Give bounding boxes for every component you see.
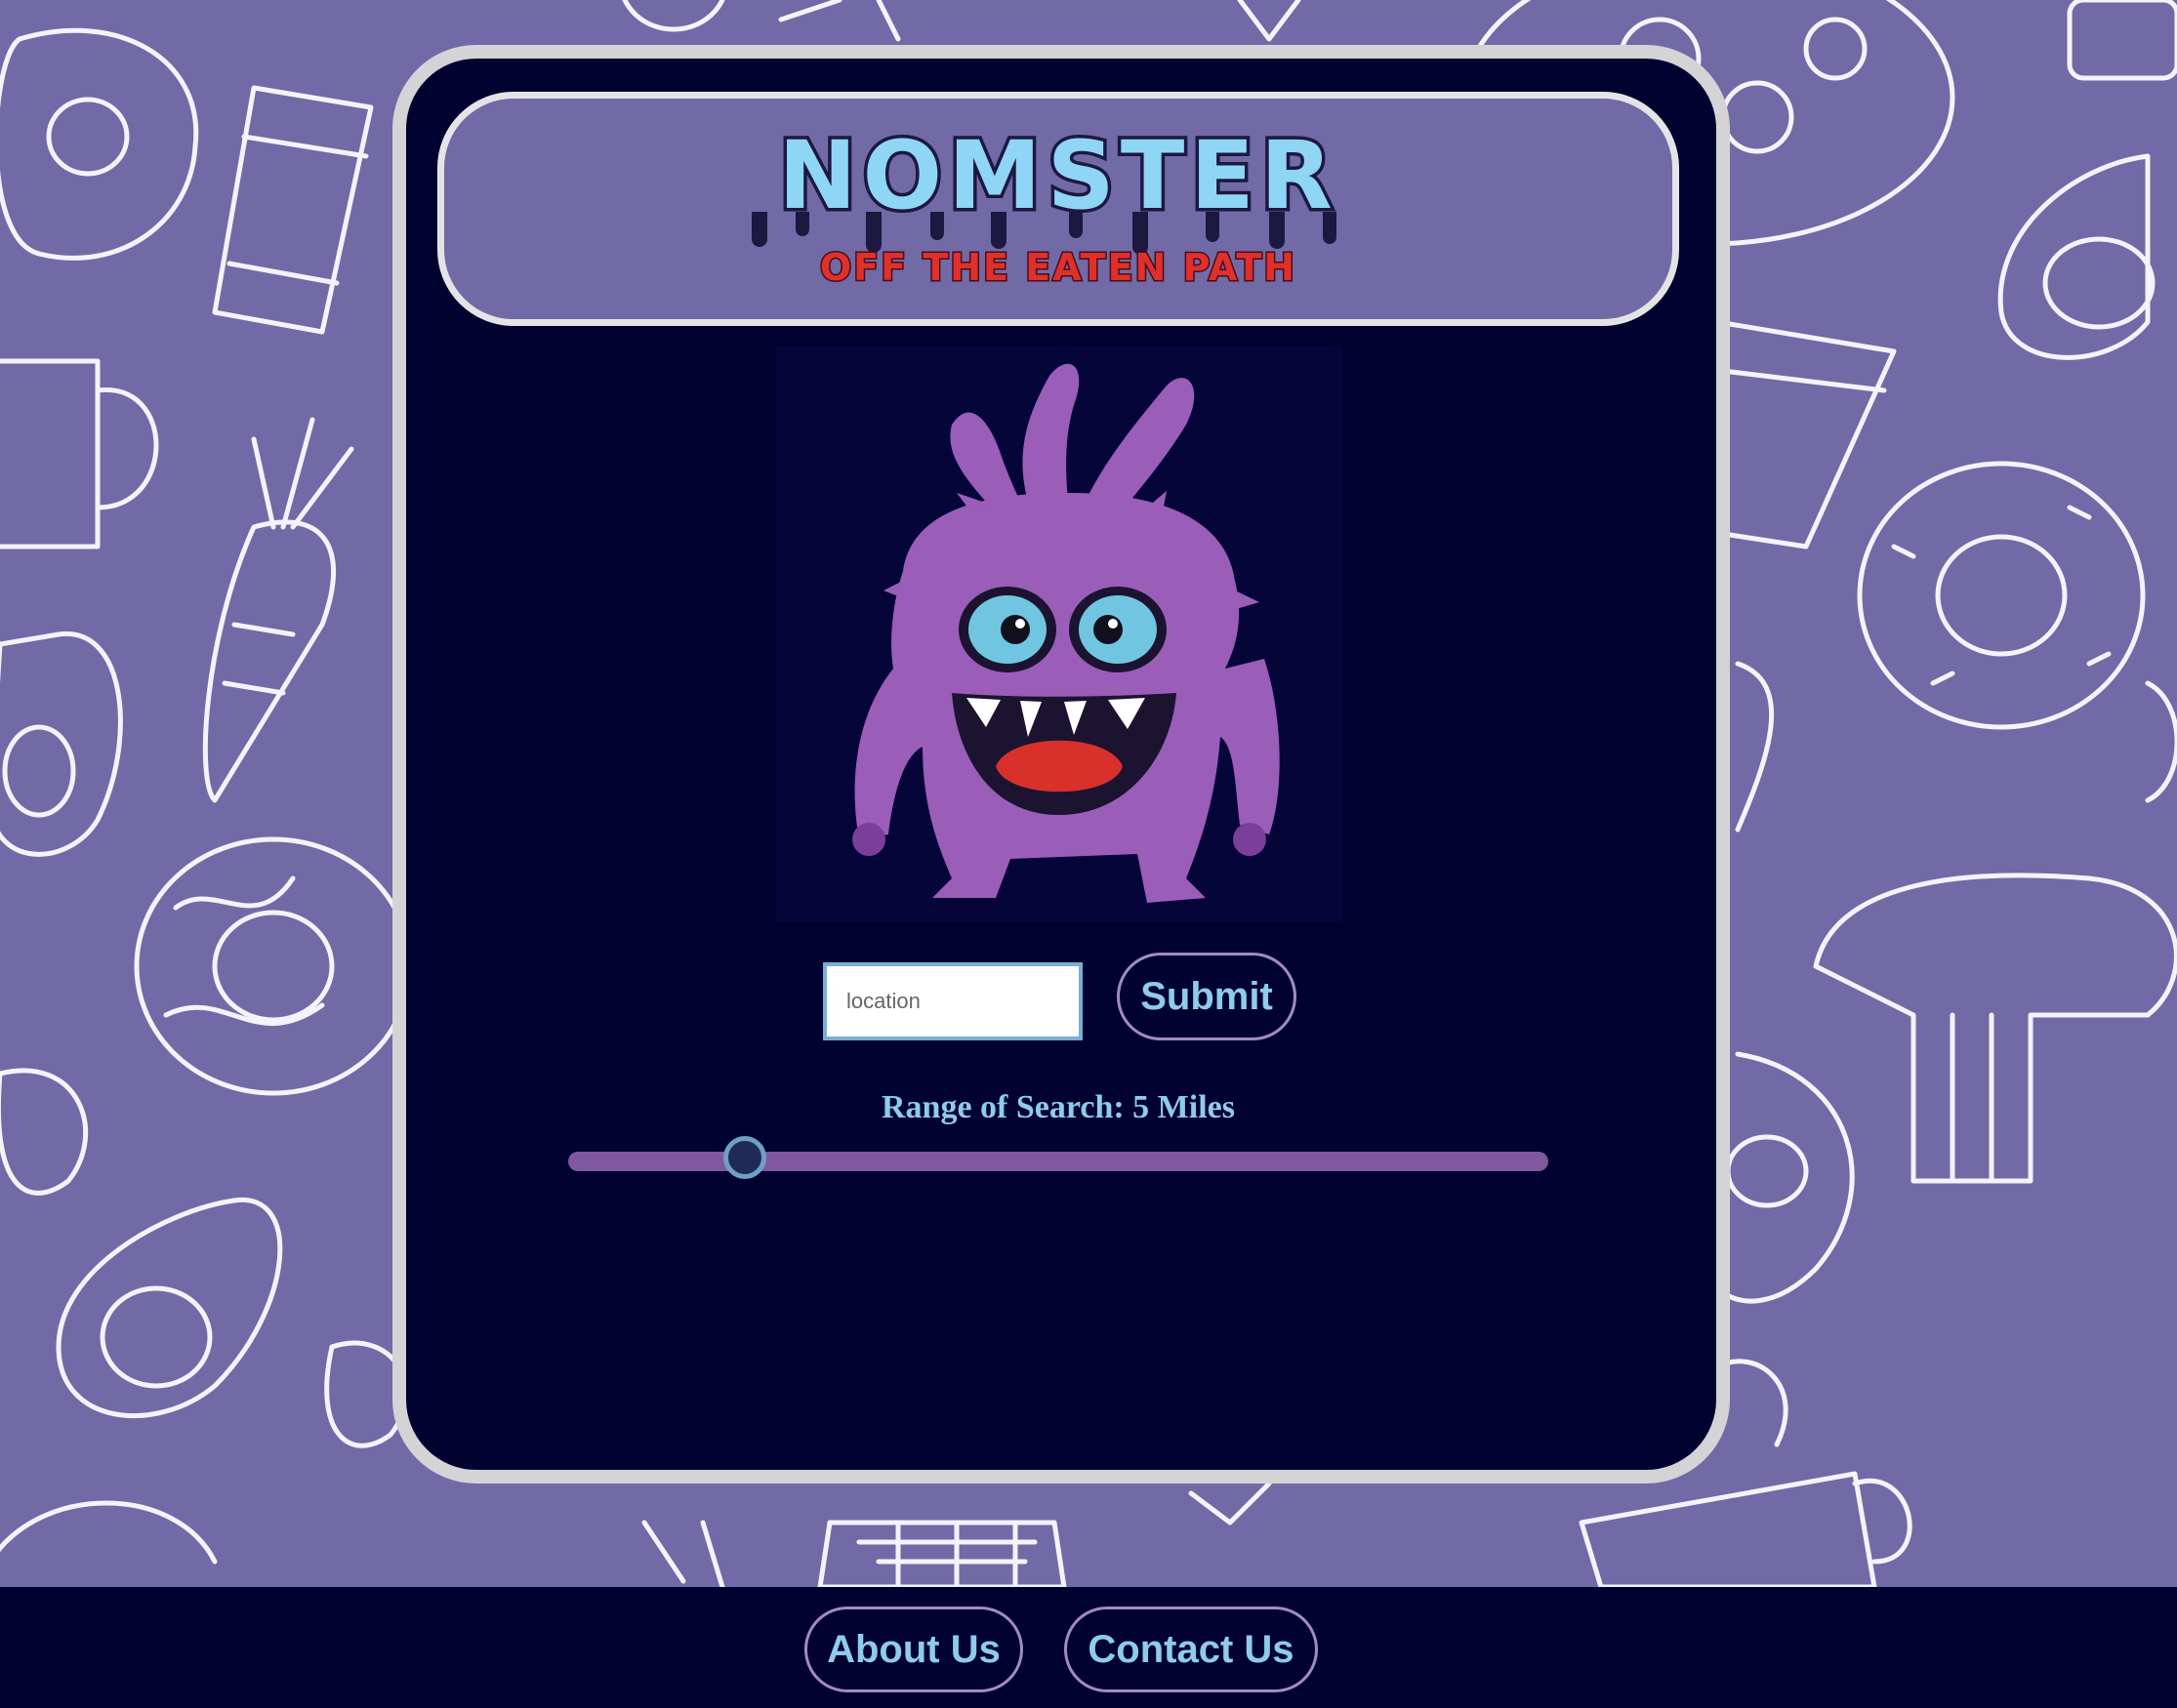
header-banner: NOMSTER OFF THE EATEN PATH [437, 92, 1679, 326]
range-slider-thumb[interactable] [722, 1136, 766, 1179]
logo-title: NOMSTER [778, 121, 1338, 230]
range-slider-track[interactable] [568, 1152, 1548, 1171]
logo-tagline: OFF THE EATEN PATH [820, 246, 1296, 289]
range-of-search-label: Range of Search: 5 Miles [882, 1089, 1235, 1125]
location-search-input[interactable] [823, 962, 1083, 1040]
nomster-logo: NOMSTER OFF THE EATEN PATH [752, 118, 1338, 291]
monster-icon [776, 346, 1342, 922]
contact-us-button[interactable]: Contact Us [1064, 1606, 1318, 1692]
about-us-button[interactable]: About Us [804, 1606, 1023, 1692]
monster-mascot-image [776, 346, 1342, 922]
submit-button[interactable]: Submit [1117, 953, 1296, 1040]
